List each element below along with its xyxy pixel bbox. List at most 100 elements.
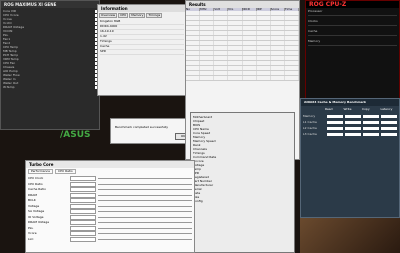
sheet-cell[interactable] — [243, 51, 257, 55]
sheet-cell[interactable] — [285, 41, 299, 45]
sheet-cell[interactable] — [228, 26, 243, 30]
sheet-cell[interactable] — [285, 36, 299, 40]
sheet-cell[interactable] — [214, 71, 229, 75]
sheet-cell[interactable] — [243, 66, 257, 70]
sheet-cell[interactable] — [186, 11, 201, 15]
main-tab[interactable]: Timings — [146, 13, 163, 18]
sheet-cell[interactable] — [257, 56, 271, 60]
sheet-cell[interactable] — [200, 31, 215, 35]
sheet-cell[interactable] — [214, 41, 229, 45]
sheet-cell[interactable] — [200, 21, 215, 25]
main-tab[interactable]: Memory — [129, 13, 146, 18]
sheet-cell[interactable] — [228, 16, 243, 20]
sheet-cell[interactable] — [257, 11, 271, 15]
sheet-cell[interactable] — [271, 26, 285, 30]
sheet-cell[interactable] — [257, 41, 271, 45]
turbo-tab[interactable]: Performance — [28, 169, 54, 174]
sheet-cell[interactable] — [214, 31, 229, 35]
sheet-cell[interactable] — [285, 11, 299, 15]
sheet-cell[interactable] — [243, 31, 257, 35]
sheet-cell[interactable] — [271, 71, 285, 75]
sheet-cell[interactable] — [257, 16, 271, 20]
turbo-slider[interactable] — [98, 211, 192, 213]
sheet-cell[interactable] — [200, 46, 215, 50]
sheet-cell[interactable] — [243, 16, 257, 20]
sheet-cell[interactable] — [243, 56, 257, 60]
sheet-cell[interactable] — [200, 66, 215, 70]
sheet-cell[interactable] — [200, 16, 215, 20]
sheet-cell[interactable] — [200, 61, 215, 65]
sheet-cell[interactable] — [257, 71, 271, 75]
sheet-cell[interactable] — [228, 61, 243, 65]
sheet-cell[interactable] — [228, 71, 243, 75]
sheet-cell[interactable] — [186, 61, 201, 65]
turbo-value[interactable] — [70, 198, 96, 204]
turbo-value[interactable] — [70, 209, 96, 215]
sheet-cell[interactable] — [243, 26, 257, 30]
turbo-value[interactable] — [70, 192, 96, 198]
turbo-value[interactable] — [70, 214, 96, 220]
sheet-cell[interactable] — [200, 71, 215, 75]
sheet-cell[interactable] — [214, 46, 229, 50]
sheet-cell[interactable] — [228, 76, 243, 80]
sheet-cell[interactable] — [186, 26, 201, 30]
sheet-cell[interactable] — [228, 21, 243, 25]
turbo-slider[interactable] — [98, 216, 192, 218]
sheet-cell[interactable] — [243, 71, 257, 75]
sheet-cell[interactable] — [285, 76, 299, 80]
sheet-cell[interactable] — [186, 66, 201, 70]
sheet-cell[interactable] — [186, 21, 201, 25]
sheet-cell[interactable] — [243, 36, 257, 40]
sheet-cell[interactable] — [186, 56, 201, 60]
turbo-slider[interactable] — [98, 222, 192, 224]
sheet-cell[interactable] — [200, 36, 215, 40]
sheet-cell[interactable] — [228, 51, 243, 55]
turbo-value[interactable] — [70, 181, 96, 187]
sheet-cell[interactable] — [186, 31, 201, 35]
turbo-value[interactable] — [70, 220, 96, 226]
sheet-cell[interactable] — [243, 46, 257, 50]
sheet-cell[interactable] — [243, 11, 257, 15]
sheet-cell[interactable] — [257, 31, 271, 35]
sheet-cell[interactable] — [228, 41, 243, 45]
sheet-cell[interactable] — [285, 66, 299, 70]
sheet-cell[interactable] — [243, 61, 257, 65]
sheet-cell[interactable] — [271, 46, 285, 50]
turbo-slider[interactable] — [98, 227, 192, 229]
turbo-slider[interactable] — [98, 233, 192, 235]
sheet-cell[interactable] — [186, 71, 201, 75]
sheet-cell[interactable] — [271, 31, 285, 35]
sheet-cell[interactable] — [214, 36, 229, 40]
turbo-value[interactable] — [70, 187, 96, 193]
sheet-cell[interactable] — [214, 66, 229, 70]
sheet-cell[interactable] — [243, 76, 257, 80]
sheet-cell[interactable] — [228, 31, 243, 35]
sheet-cell[interactable] — [271, 21, 285, 25]
turbo-value[interactable] — [70, 176, 96, 182]
sheet-cell[interactable] — [257, 61, 271, 65]
sheet-cell[interactable] — [200, 26, 215, 30]
turbo-value[interactable] — [70, 231, 96, 237]
sheet-cell[interactable] — [186, 41, 201, 45]
turbo-value[interactable] — [70, 236, 96, 242]
turbo-slider[interactable] — [98, 205, 192, 207]
main-tab[interactable]: Overview — [99, 13, 118, 18]
sheet-cell[interactable] — [257, 21, 271, 25]
sheet-cell[interactable] — [228, 11, 243, 15]
sheet-cell[interactable] — [257, 66, 271, 70]
turbo-tab[interactable]: CPU Ratio — [55, 169, 76, 174]
sheet-cell[interactable] — [243, 21, 257, 25]
sheet-cell[interactable] — [285, 21, 299, 25]
sheet-cell[interactable] — [186, 16, 201, 20]
sheet-cell[interactable] — [257, 36, 271, 40]
sheet-cell[interactable] — [214, 21, 229, 25]
sheet-cell[interactable] — [186, 76, 201, 80]
sheet-cell[interactable] — [257, 26, 271, 30]
sheet-cell[interactable] — [285, 61, 299, 65]
main-tab[interactable]: CPU — [118, 13, 129, 18]
sheet-cell[interactable] — [214, 11, 229, 15]
sheet-cell[interactable] — [271, 41, 285, 45]
turbo-slider[interactable] — [98, 238, 192, 240]
sheet-cell[interactable] — [285, 46, 299, 50]
sheet-cell[interactable] — [285, 31, 299, 35]
